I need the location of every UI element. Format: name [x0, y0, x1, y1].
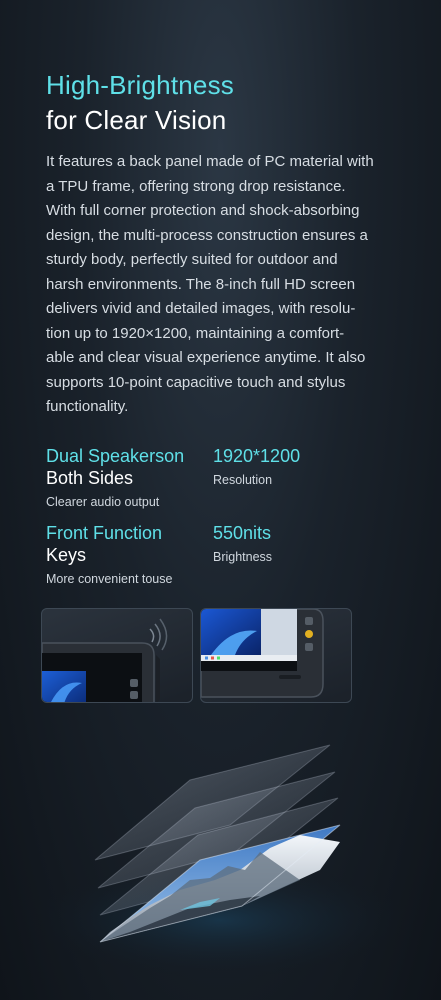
- tablet-keys-image: [200, 608, 352, 703]
- title-line-accent: High-Brightness: [46, 70, 234, 100]
- feature-caption: Clearer audio output: [46, 495, 160, 509]
- feature-title-white: Both Sides: [46, 468, 134, 488]
- tablet-speaker-image: [41, 608, 193, 703]
- feature-value: 1920*1200: [213, 446, 301, 466]
- feature-resolution: 1920*1200 Resolution: [213, 445, 300, 488]
- feature-title-accent: Front Function: [46, 523, 163, 543]
- feature-caption: Resolution: [213, 473, 273, 487]
- feature-front-keys: Front Function Keys More convenient tous…: [46, 522, 172, 587]
- feature-caption: Brightness: [213, 550, 273, 564]
- description-paragraph: It features a back panel made of PC mate…: [46, 153, 374, 415]
- page-title: High-Brightness for Clear Vision: [46, 68, 406, 138]
- feature-brightness: 550nits Brightness: [213, 522, 272, 565]
- tablet-keys-illustration: [201, 609, 324, 698]
- feature-title-white: Keys: [46, 545, 87, 565]
- layered-screen-illustration: [0, 720, 441, 980]
- feature-caption: More convenient touse: [46, 572, 173, 586]
- layered-screen-svg: [20, 744, 420, 980]
- tablet-speaker-illustration: [42, 618, 168, 702]
- feature-speakers: Dual Speakerson Both Sides Clearer audio…: [46, 445, 184, 510]
- feature-title-accent: Dual Speakerson: [46, 446, 185, 466]
- feature-value: 550nits: [213, 523, 272, 543]
- title-line-white: for Clear Vision: [46, 105, 227, 135]
